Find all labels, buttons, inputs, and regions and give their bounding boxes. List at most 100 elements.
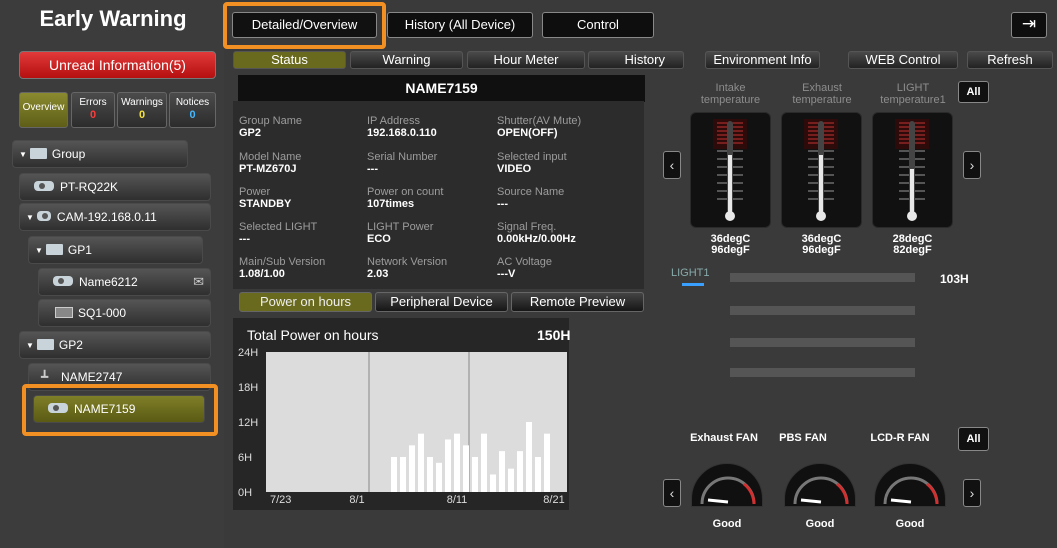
chart-bar	[436, 462, 442, 492]
monitor-icon	[55, 307, 73, 318]
chart-bar	[535, 457, 541, 492]
tree-item-cam[interactable]: ▼ CAM-192.168.0.11	[19, 203, 211, 231]
thermometer-intake	[690, 112, 771, 228]
chart-y-tick: 18H	[238, 382, 258, 394]
fan-label-exhaust: Exhaust FAN	[690, 432, 758, 444]
chart-x-tick: 7/23	[270, 494, 291, 506]
chart-x-tick: 8/1	[349, 494, 364, 506]
gauge-icon	[700, 476, 756, 505]
chart-y-tick: 12H	[238, 417, 258, 429]
control-button[interactable]: Control	[542, 12, 654, 38]
tab-overview[interactable]: Overview	[19, 92, 68, 128]
chart-bar	[454, 433, 460, 492]
chart-bar	[418, 433, 424, 492]
fan-gauge-lcdr	[874, 463, 946, 507]
chevron-right-icon: ›	[969, 485, 975, 501]
app-title: Early Warning	[39, 6, 187, 31]
folder-icon	[29, 148, 47, 159]
tree-group-root[interactable]: ▼ Group	[12, 140, 188, 168]
tab-peripheral-device[interactable]: Peripheral Device	[375, 292, 508, 312]
chart-bar	[409, 445, 415, 492]
logout-button[interactable]: ⇥	[1011, 12, 1047, 38]
device-info-panel: Group Name GP2 IP Address 192.168.0.110 Sh…	[233, 101, 644, 289]
chart-y-tick: 0H	[238, 487, 252, 499]
tab-status[interactable]: Status	[233, 51, 346, 69]
temps-all-button[interactable]: All	[958, 81, 989, 103]
tree-item-sq1-000[interactable]: SQ1-000	[38, 299, 211, 327]
tree-group-gp1[interactable]: ▼ GP1	[28, 236, 203, 264]
thermometer-icon	[804, 119, 838, 221]
tab-remote-preview[interactable]: Remote Preview	[511, 292, 644, 312]
fans-prev-button[interactable]: ‹	[663, 479, 681, 507]
temps-next-button[interactable]: ›	[963, 151, 981, 179]
fan-gauge-exhaust	[691, 463, 763, 507]
tab-hour-meter[interactable]: Hour Meter	[467, 51, 585, 69]
temps-prev-button[interactable]: ‹	[663, 151, 681, 179]
tab-history[interactable]: History	[588, 51, 684, 69]
chart-bar	[526, 422, 532, 492]
history-all-device-button[interactable]: History (All Device)	[387, 12, 533, 38]
light-bar-3	[730, 338, 915, 347]
tree-item-name6212[interactable]: Name6212 ✉	[38, 268, 211, 296]
fan-label-pbs: PBS FAN	[779, 432, 827, 444]
chart-bar	[490, 474, 496, 492]
chart-bar	[517, 451, 523, 492]
projector-icon	[53, 276, 73, 286]
chart-bar	[463, 445, 469, 492]
light-bar-4	[730, 368, 915, 377]
chart-bar	[508, 468, 514, 492]
thermometer-exhaust	[781, 112, 862, 228]
unread-information-button[interactable]: Unread Information(5)	[19, 51, 216, 79]
gauge-icon	[883, 476, 939, 505]
thermometer-icon	[713, 119, 747, 221]
logout-icon: ⇥	[1021, 14, 1037, 33]
light1-indicator	[682, 283, 704, 286]
tab-notices[interactable]: Notices 0	[169, 92, 216, 128]
tab-warnings[interactable]: Warnings 0	[117, 92, 167, 128]
chevron-right-icon: ›	[969, 157, 975, 173]
thermometer-icon	[895, 119, 929, 221]
chart-bar	[400, 457, 406, 492]
tree-item-pt-rq22k[interactable]: PT-RQ22K	[19, 173, 211, 201]
web-control-button[interactable]: WEB Control	[848, 51, 958, 69]
tree-item-name7159[interactable]: NAME7159	[33, 395, 205, 423]
chart-x-tick: 8/11	[447, 494, 468, 506]
folder-icon	[36, 339, 54, 350]
light-hours: 103H	[940, 272, 969, 286]
chart-bar	[481, 433, 487, 492]
tab-power-on-hours[interactable]: Power on hours	[239, 292, 372, 312]
tab-warning[interactable]: Warning	[350, 51, 463, 69]
chart-bar	[445, 439, 451, 492]
fan-status-lcdr: Good	[895, 518, 925, 530]
thermometer-light	[872, 112, 953, 228]
fan-gauge-pbs	[784, 463, 856, 507]
gauge-icon	[793, 476, 849, 505]
chevron-left-icon: ‹	[669, 485, 675, 501]
folder-icon	[45, 244, 63, 255]
fan-label-lcdr: LCD-R FAN	[870, 432, 930, 444]
fans-next-button[interactable]: ›	[963, 479, 981, 507]
detailed-overview-button[interactable]: Detailed/Overview	[232, 12, 377, 38]
tab-errors[interactable]: Errors 0	[71, 92, 115, 128]
refresh-button[interactable]: Refresh	[967, 51, 1053, 69]
power-on-hours-chart: Total Power on hours 150H 24H 18H 12H 6H 0H 7…	[233, 318, 570, 510]
chart-bar	[472, 457, 478, 492]
projector-icon	[48, 403, 68, 413]
light1-label: LIGHT1	[671, 267, 710, 279]
chevron-left-icon: ‹	[669, 157, 675, 173]
fan-status-pbs: Good	[805, 518, 835, 530]
chart-x-tick: 8/21	[543, 494, 564, 506]
device-name: NAME7159	[238, 75, 645, 102]
chart-bar	[391, 457, 397, 492]
chart-bar	[427, 457, 433, 492]
camera-icon	[36, 211, 51, 221]
projector-icon	[34, 181, 54, 191]
tree-group-gp2[interactable]: ▼ GP2	[19, 331, 211, 359]
chart-plot: 24H 18H 12H 6H 0H 7/23 8/1 8/11 8/21	[238, 347, 567, 506]
light-bar-2	[730, 306, 915, 315]
tab-environment-info[interactable]: Environment Info	[705, 51, 820, 69]
chart-y-tick: 24H	[238, 347, 258, 359]
fans-all-button[interactable]: All	[958, 427, 989, 451]
chart-bar	[544, 433, 550, 492]
chart-y-tick: 6H	[238, 452, 252, 464]
